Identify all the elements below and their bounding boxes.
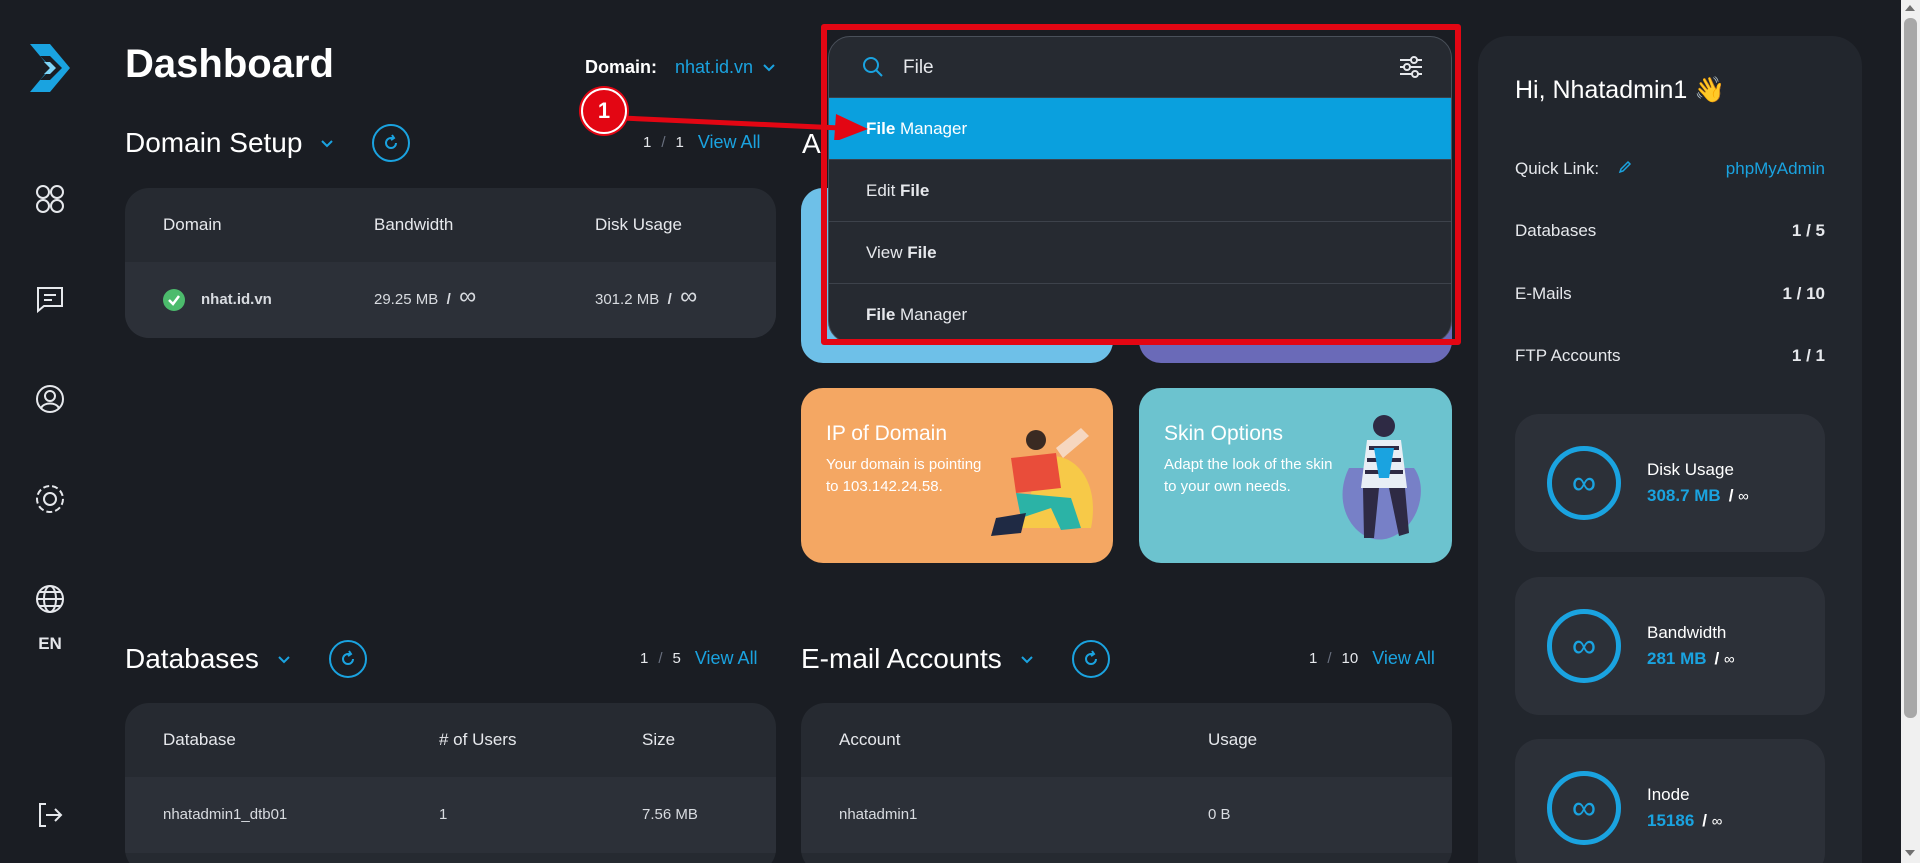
column-header: # of Users bbox=[439, 730, 517, 749]
chevron-down-icon[interactable] bbox=[277, 652, 291, 666]
bandwidth-value: 29.25 MB / ∞ bbox=[374, 283, 477, 310]
table-header: Domain Bandwidth Disk Usage bbox=[125, 188, 776, 262]
infinity-ring-icon: ∞ bbox=[1547, 446, 1621, 520]
user-icon[interactable] bbox=[34, 383, 66, 415]
bandwidth-card: ∞ Bandwidth 281 MB / ∞ bbox=[1515, 577, 1825, 715]
domain-label: Domain: bbox=[585, 57, 657, 77]
table-header: Account Usage bbox=[801, 703, 1452, 777]
domain-name[interactable]: nhat.id.vn bbox=[201, 291, 272, 308]
database-name[interactable]: nhatadmin1_dtb01 bbox=[163, 806, 287, 823]
language-selector[interactable]: EN bbox=[0, 634, 100, 654]
section-title: Databases bbox=[125, 643, 259, 674]
pager-current: 1 bbox=[1309, 650, 1318, 667]
annotation-highlight-box bbox=[821, 24, 1461, 345]
sidebar: EN bbox=[0, 0, 100, 863]
section-title: Domain Setup bbox=[125, 127, 303, 158]
inode-card: ∞ Inode 15186/ ∞ bbox=[1515, 739, 1825, 863]
refresh-button[interactable] bbox=[1071, 640, 1110, 678]
ip-of-domain-card[interactable]: IP of Domain Your domain is pointing to … bbox=[801, 388, 1113, 563]
database-size: 7.56 MB bbox=[642, 806, 698, 823]
databases-header: Databases bbox=[125, 640, 367, 678]
column-header: Usage bbox=[1208, 730, 1258, 749]
page-title: Dashboard bbox=[125, 42, 334, 86]
pager-current: 1 bbox=[640, 650, 649, 667]
domain-setup-header: Domain Setup bbox=[125, 124, 411, 162]
column-header: Domain bbox=[163, 215, 222, 234]
table-row[interactable]: nhat.id.vn 29.25 MB / ∞ 301.2 MB / ∞ bbox=[125, 262, 776, 338]
domain-value[interactable]: nhat.id.vn bbox=[675, 57, 753, 78]
account-usage: 0 B bbox=[1208, 806, 1231, 823]
view-all-link[interactable]: View All bbox=[1372, 648, 1435, 669]
illustration-icon bbox=[991, 428, 1093, 536]
refresh-icon bbox=[1084, 650, 1097, 665]
annotation-arrow-icon bbox=[621, 114, 868, 140]
refresh-button[interactable] bbox=[372, 124, 411, 162]
pager-total: 10 bbox=[1341, 650, 1359, 667]
databases-table: Database # of Users Size nhatadmin1_dtb0… bbox=[125, 703, 776, 863]
column-header: Disk Usage bbox=[595, 215, 682, 234]
scroll-up-icon[interactable] bbox=[1905, 5, 1915, 11]
column-header: Size bbox=[642, 730, 676, 749]
refresh-icon bbox=[341, 650, 354, 665]
greeting: Hi, Nhatadmin1 👋 bbox=[1515, 76, 1726, 104]
column-header: Bandwidth bbox=[374, 215, 454, 234]
dashboard-grid-icon[interactable] bbox=[34, 183, 66, 215]
quick-link-phpmyadmin[interactable]: phpMyAdmin bbox=[1726, 159, 1825, 179]
column-header: Account bbox=[839, 730, 901, 749]
promo-text: Your domain is pointing to 103.142.24.58… bbox=[826, 456, 982, 495]
logout-icon[interactable] bbox=[34, 799, 66, 831]
user-count: 1 bbox=[439, 806, 448, 823]
check-circle-icon bbox=[163, 289, 185, 311]
refresh-button[interactable] bbox=[328, 640, 367, 678]
stat-row: FTP Accounts 1 / 1 bbox=[1515, 346, 1825, 365]
chevron-down-icon[interactable] bbox=[320, 136, 334, 150]
refresh-icon bbox=[385, 134, 398, 149]
wave-icon: 👋 bbox=[1694, 76, 1726, 104]
infinity-ring-icon: ∞ bbox=[1547, 609, 1621, 683]
section-title: E-mail Accounts bbox=[801, 643, 1002, 674]
domain-selector[interactable]: Domain: nhat.id.vn bbox=[585, 57, 775, 78]
chevron-down-icon[interactable] bbox=[1020, 652, 1034, 666]
email-table: Account Usage nhatadmin1 0 B bbox=[801, 703, 1452, 863]
promo-title: Skin Options bbox=[1164, 422, 1284, 445]
quick-link-row: Quick Link: phpMyAdmin bbox=[1515, 159, 1825, 179]
account-summary-panel: Hi, Nhatadmin1 👋 Quick Link: phpMyAdmin … bbox=[1478, 36, 1862, 863]
table-header: Database # of Users Size bbox=[125, 703, 776, 777]
promo-text: Adapt the look of the skin to your own n… bbox=[1164, 456, 1333, 495]
disk-usage-value: 301.2 MB / ∞ bbox=[595, 283, 698, 310]
table-row[interactable]: nhatadmin1_dtb01 1 7.56 MB bbox=[125, 777, 776, 853]
disk-usage-card: ∞ Disk Usage 308.7 MB / ∞ bbox=[1515, 414, 1825, 552]
messages-icon[interactable] bbox=[34, 283, 66, 315]
promo-title: IP of Domain bbox=[826, 422, 948, 445]
skin-options-card[interactable]: Skin Options Adapt the look of the skin … bbox=[1139, 388, 1452, 563]
logo-icon[interactable] bbox=[26, 42, 74, 94]
scrollbar-thumb[interactable] bbox=[1904, 18, 1917, 718]
settings-icon[interactable] bbox=[34, 483, 66, 515]
email-accounts-header: E-mail Accounts bbox=[801, 640, 1110, 678]
illustration-icon bbox=[1342, 415, 1421, 540]
view-all-link[interactable]: View All bbox=[695, 648, 758, 669]
stat-row: E-Mails 1 / 10 bbox=[1515, 284, 1825, 303]
scrollbar[interactable] bbox=[1901, 0, 1920, 863]
databases-pager: 1 / 5 View All bbox=[640, 648, 758, 669]
email-pager: 1 / 10 View All bbox=[1309, 648, 1435, 669]
column-header: Database bbox=[163, 730, 236, 749]
stat-row: Databases 1 / 5 bbox=[1515, 221, 1825, 240]
scroll-down-icon[interactable] bbox=[1905, 850, 1915, 856]
account-name[interactable]: nhatadmin1 bbox=[839, 806, 917, 823]
pager-total: 5 bbox=[672, 650, 681, 667]
pencil-icon[interactable] bbox=[1618, 160, 1632, 174]
domain-table: Domain Bandwidth Disk Usage nhat.id.vn 2… bbox=[125, 188, 776, 338]
annotation-step-marker: 1 bbox=[581, 88, 627, 134]
infinity-ring-icon: ∞ bbox=[1547, 771, 1621, 845]
globe-icon[interactable] bbox=[34, 583, 66, 615]
chevron-down-icon[interactable] bbox=[763, 63, 775, 72]
table-row[interactable]: nhatadmin1 0 B bbox=[801, 777, 1452, 853]
